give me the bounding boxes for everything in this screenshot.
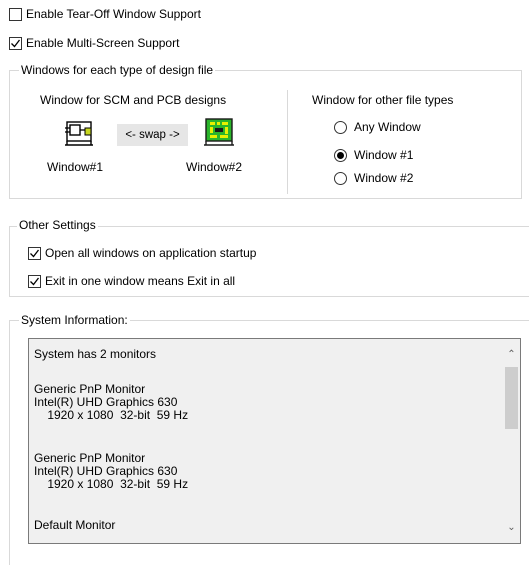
system-info-listbox[interactable]: System has 2 monitors Generic PnP Monito…	[28, 338, 521, 544]
exit-all-checkbox[interactable]	[28, 275, 41, 288]
swap-button[interactable]: <- swap ->	[117, 124, 188, 146]
radio-window-1[interactable]	[334, 149, 347, 162]
multiscreen-checkbox[interactable]	[9, 37, 22, 50]
radio-any-window[interactable]	[334, 121, 347, 134]
radio-any-window-label[interactable]: Any Window	[354, 120, 421, 134]
system-info-legend: System Information:	[19, 313, 130, 327]
open-all-label[interactable]: Open all windows on application startup	[45, 246, 256, 260]
group-divider	[287, 90, 288, 194]
multiscreen-label[interactable]: Enable Multi-Screen Support	[26, 36, 179, 50]
radio-window-1-label[interactable]: Window #1	[354, 148, 413, 162]
info-line: 1920 x 1080 32-bit 59 Hz	[34, 477, 189, 491]
tearoff-checkbox[interactable]	[9, 8, 22, 21]
exit-all-label[interactable]: Exit in one window means Exit in all	[45, 274, 235, 288]
checkmark-icon	[11, 39, 21, 48]
checkmark-icon	[30, 249, 40, 258]
schematic-icon[interactable]	[64, 119, 96, 147]
scroll-up-icon[interactable]: ⌃	[503, 346, 520, 363]
open-all-checkbox[interactable]	[28, 247, 41, 260]
radio-window-2-label[interactable]: Window #2	[354, 171, 413, 185]
window1-label: Window#1	[47, 160, 104, 174]
scm-pcb-title: Window for SCM and PCB designs	[40, 93, 227, 107]
info-line: System has 2 monitors	[34, 347, 157, 361]
other-settings-legend: Other Settings	[17, 218, 98, 232]
tearoff-label[interactable]: Enable Tear-Off Window Support	[26, 7, 201, 21]
vertical-scrollbar[interactable]: ⌃ ⌄	[503, 339, 520, 543]
radio-window-2[interactable]	[334, 172, 347, 185]
window2-label: Window#2	[186, 160, 243, 174]
scroll-thumb[interactable]	[505, 367, 518, 429]
scroll-down-icon[interactable]: ⌄	[503, 519, 520, 536]
windows-group-legend: Windows for each type of design file	[19, 63, 216, 77]
info-line: 1920 x 1080 32-bit 59 Hz	[34, 408, 189, 422]
checkmark-icon	[30, 277, 40, 286]
pcb-icon[interactable]	[204, 117, 234, 147]
other-types-title: Window for other file types	[312, 93, 454, 107]
info-line: Default Monitor	[34, 518, 116, 532]
